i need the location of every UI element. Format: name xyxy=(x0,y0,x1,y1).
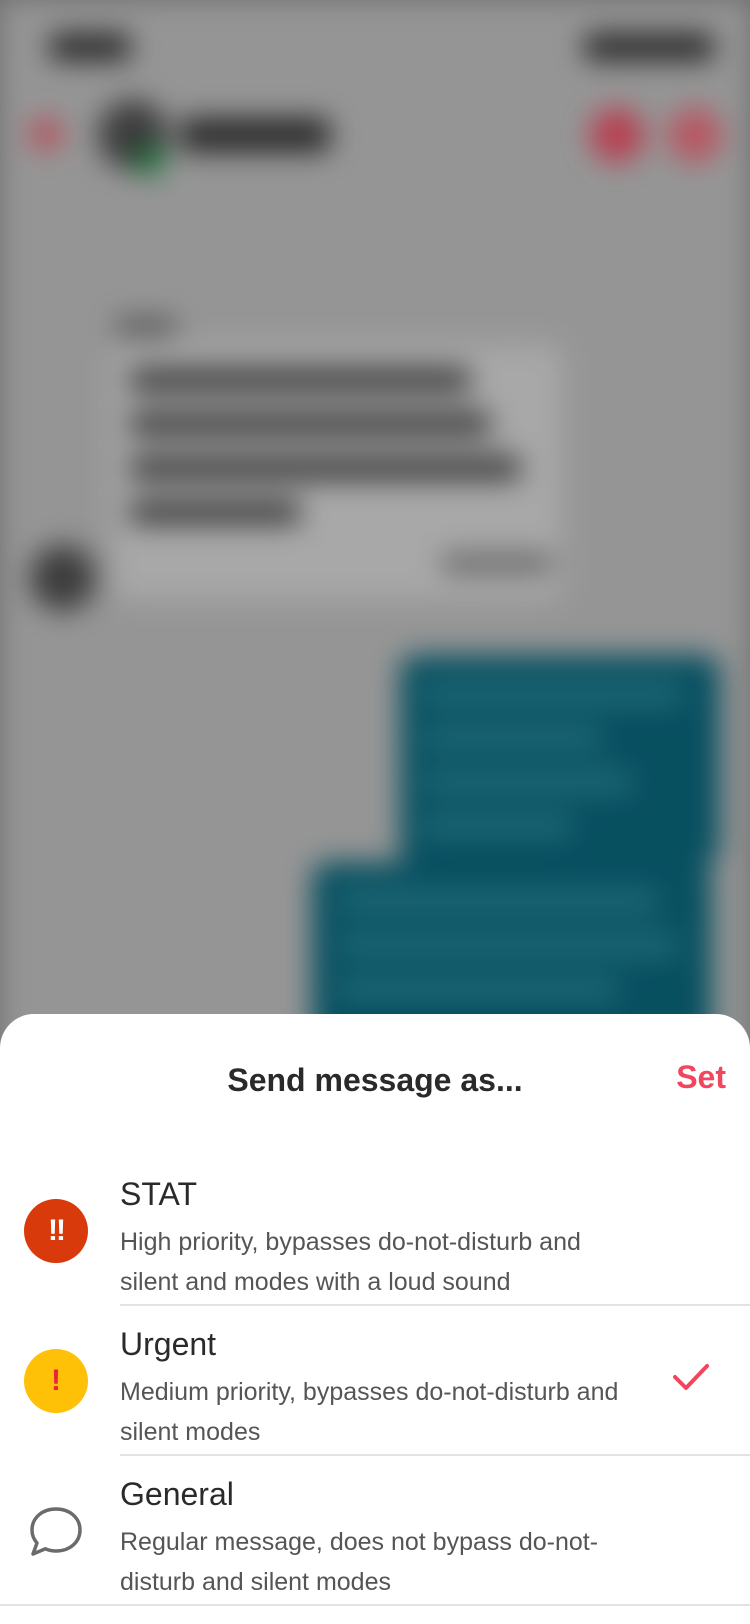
option-title: General xyxy=(120,1476,234,1512)
option-description: Medium priority, bypasses do-not-disturb… xyxy=(120,1378,619,1446)
exclamation-icon: ! xyxy=(24,1349,88,1413)
option-title: Urgent xyxy=(120,1326,217,1362)
divider xyxy=(0,1604,750,1606)
option-urgent[interactable]: ! Urgent Medium priority, bypasses do-no… xyxy=(0,1306,750,1456)
stat-badge: !! xyxy=(24,1199,88,1263)
option-description: High priority, bypasses do-not-disturb a… xyxy=(120,1228,581,1296)
send-priority-sheet: Send message as... Set !! STAT High prio… xyxy=(0,1014,750,1624)
option-description: Regular message, does not bypass do-not-… xyxy=(120,1528,599,1596)
option-general[interactable]: General Regular message, does not bypass… xyxy=(0,1456,750,1606)
general-badge xyxy=(24,1499,88,1563)
checkmark-icon xyxy=(673,1364,709,1390)
urgent-badge: ! xyxy=(24,1349,88,1413)
set-button[interactable]: Set xyxy=(676,1059,726,1096)
sheet-title: Send message as... xyxy=(227,1062,523,1098)
screen: Send message as... Set !! STAT High prio… xyxy=(0,0,750,1624)
option-stat[interactable]: !! STAT High priority, bypasses do-not-d… xyxy=(0,1156,750,1306)
option-title: STAT xyxy=(120,1176,198,1212)
double-exclamation-icon: !! xyxy=(24,1199,88,1263)
chat-bubble-icon xyxy=(30,1507,82,1556)
